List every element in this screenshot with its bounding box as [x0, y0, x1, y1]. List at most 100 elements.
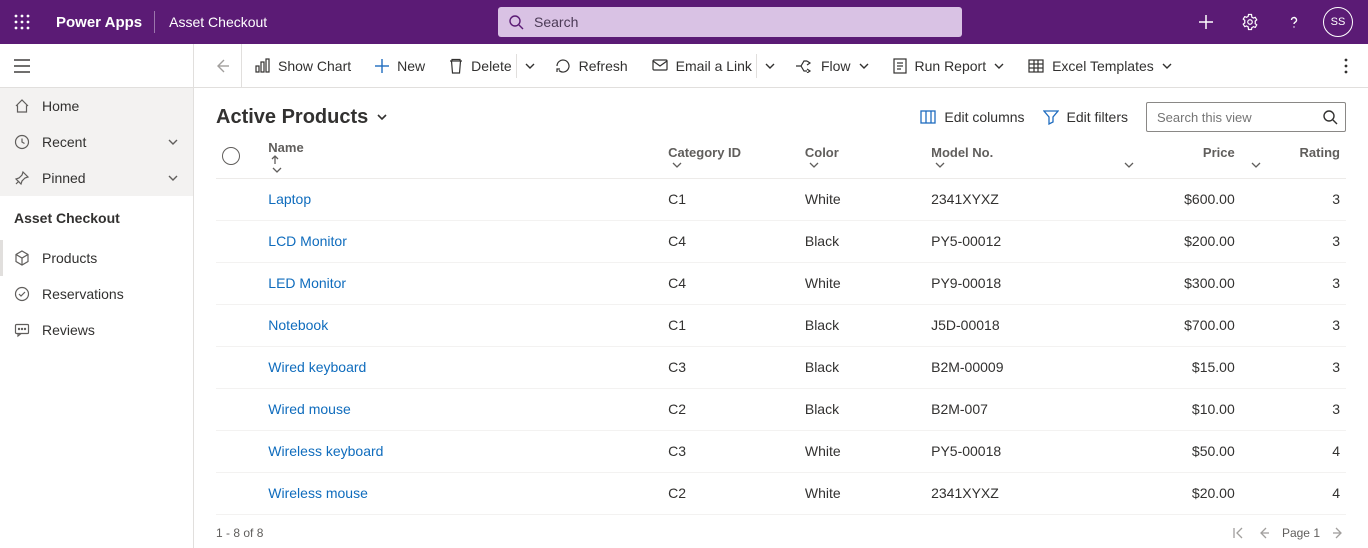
- refresh-icon: [555, 58, 571, 74]
- sidebar-item-reservations[interactable]: Reservations: [0, 276, 193, 312]
- global-search[interactable]: [498, 7, 962, 37]
- sidebar-item-reviews[interactable]: Reviews: [0, 312, 193, 348]
- col-header-name[interactable]: Name: [262, 138, 662, 178]
- record-link[interactable]: Wired keyboard: [268, 359, 366, 375]
- view-search[interactable]: [1146, 102, 1346, 132]
- sidebar-item-pinned[interactable]: Pinned: [0, 160, 193, 196]
- table-row[interactable]: LED MonitorC4WhitePY9-00018$300.003: [216, 262, 1346, 304]
- record-link[interactable]: Wireless keyboard: [268, 443, 383, 459]
- record-link[interactable]: LED Monitor: [268, 275, 346, 291]
- row-select-cell[interactable]: [216, 178, 262, 220]
- cmd-delete-dropdown[interactable]: [516, 54, 543, 78]
- columns-icon: [920, 109, 936, 125]
- cmd-excel-templates[interactable]: Excel Templates: [1016, 44, 1184, 88]
- cmd-label: Delete: [471, 58, 511, 74]
- cell-model: PY5-00018: [925, 430, 1114, 472]
- record-link[interactable]: LCD Monitor: [268, 233, 347, 249]
- row-select-cell[interactable]: [216, 262, 262, 304]
- sidebar-toggle[interactable]: [0, 44, 193, 88]
- pager-next[interactable]: [1330, 525, 1346, 541]
- cell-price: $300.00: [1114, 262, 1240, 304]
- sidebar-item-home[interactable]: Home: [0, 88, 193, 124]
- table-row[interactable]: LaptopC1White2341XYXZ$600.003: [216, 178, 1346, 220]
- view-title: Active Products: [216, 106, 368, 129]
- table-row[interactable]: Wired mouseC2BlackB2M-007$10.003: [216, 388, 1346, 430]
- cmd-new[interactable]: New: [363, 44, 437, 88]
- sidebar-item-products[interactable]: Products: [0, 240, 193, 276]
- row-select-cell[interactable]: [216, 304, 262, 346]
- cmd-email-link[interactable]: Email a Link: [640, 44, 756, 88]
- report-icon: [893, 58, 907, 74]
- cmd-delete[interactable]: Delete: [437, 44, 515, 88]
- home-icon: [14, 98, 30, 114]
- search-icon: [1322, 109, 1338, 125]
- chevron-down-icon: [376, 111, 388, 123]
- cmd-overflow-button[interactable]: [1332, 58, 1360, 74]
- flow-icon: [795, 59, 813, 73]
- cell-color: White: [799, 178, 925, 220]
- cell-name: Laptop: [262, 178, 662, 220]
- record-link[interactable]: Notebook: [268, 317, 328, 333]
- cell-model: PY5-00012: [925, 220, 1114, 262]
- cmd-show-chart[interactable]: Show Chart: [242, 44, 363, 88]
- global-search-input[interactable]: [532, 13, 952, 31]
- row-select-cell[interactable]: [216, 472, 262, 514]
- cmd-email-dropdown[interactable]: [756, 54, 783, 78]
- cell-color: Black: [799, 388, 925, 430]
- edit-filters-label: Edit filters: [1067, 109, 1128, 125]
- table-row[interactable]: Wireless keyboardC3WhitePY5-00018$50.004: [216, 430, 1346, 472]
- record-link[interactable]: Wired mouse: [268, 401, 350, 417]
- pager: Page 1: [1230, 525, 1346, 541]
- cmd-flow[interactable]: Flow: [783, 44, 881, 88]
- edit-filters-button[interactable]: Edit filters: [1043, 109, 1128, 125]
- view-search-input[interactable]: [1146, 102, 1346, 132]
- table-row[interactable]: Wireless mouseC2White2341XYXZ$20.004: [216, 472, 1346, 514]
- pager-first[interactable]: [1230, 525, 1246, 541]
- app-launcher-button[interactable]: [0, 0, 44, 44]
- view-selector[interactable]: Active Products: [216, 106, 388, 129]
- pager-prev[interactable]: [1256, 525, 1272, 541]
- sidebar-item-label: Products: [42, 250, 179, 266]
- cmd-run-report[interactable]: Run Report: [881, 44, 1017, 88]
- add-button[interactable]: [1186, 0, 1226, 44]
- brand-label: Power Apps: [44, 14, 154, 31]
- cell-color: Black: [799, 304, 925, 346]
- cube-icon: [14, 250, 30, 266]
- help-button[interactable]: [1274, 0, 1314, 44]
- cmd-refresh[interactable]: Refresh: [543, 44, 640, 88]
- record-link[interactable]: Laptop: [268, 191, 311, 207]
- edit-columns-button[interactable]: Edit columns: [920, 109, 1024, 125]
- excel-icon: [1028, 58, 1044, 74]
- mail-icon: [652, 59, 668, 73]
- cell-rating: 3: [1241, 262, 1346, 304]
- cell-model: PY9-00018: [925, 262, 1114, 304]
- select-all-header[interactable]: [216, 138, 262, 178]
- cell-price: $15.00: [1114, 346, 1240, 388]
- column-header-row: Name Category ID Color: [216, 138, 1346, 178]
- col-header-color[interactable]: Color: [799, 138, 925, 178]
- cell-category: C2: [662, 472, 799, 514]
- sidebar-item-recent[interactable]: Recent: [0, 124, 193, 160]
- row-select-cell[interactable]: [216, 220, 262, 262]
- record-link[interactable]: Wireless mouse: [268, 485, 368, 501]
- col-header-rating[interactable]: Rating: [1241, 138, 1346, 178]
- sidebar-item-label: Recent: [42, 134, 155, 150]
- col-header-category[interactable]: Category ID: [662, 138, 799, 178]
- table-row[interactable]: LCD MonitorC4BlackPY5-00012$200.003: [216, 220, 1346, 262]
- cell-price: $600.00: [1114, 178, 1240, 220]
- table-row[interactable]: NotebookC1BlackJ5D-00018$700.003: [216, 304, 1346, 346]
- col-header-model[interactable]: Model No.: [925, 138, 1114, 178]
- row-select-cell[interactable]: [216, 388, 262, 430]
- cmd-label: New: [397, 58, 425, 74]
- settings-button[interactable]: [1230, 0, 1270, 44]
- edit-columns-label: Edit columns: [944, 109, 1024, 125]
- more-vertical-icon: [1344, 58, 1348, 74]
- cell-category: C1: [662, 304, 799, 346]
- cell-name: LED Monitor: [262, 262, 662, 304]
- row-select-cell[interactable]: [216, 346, 262, 388]
- row-select-cell[interactable]: [216, 430, 262, 472]
- account-button[interactable]: SS: [1318, 0, 1358, 44]
- table-row[interactable]: Wired keyboardC3BlackB2M-00009$15.003: [216, 346, 1346, 388]
- back-button[interactable]: [202, 44, 242, 88]
- col-header-price[interactable]: Price: [1114, 138, 1240, 178]
